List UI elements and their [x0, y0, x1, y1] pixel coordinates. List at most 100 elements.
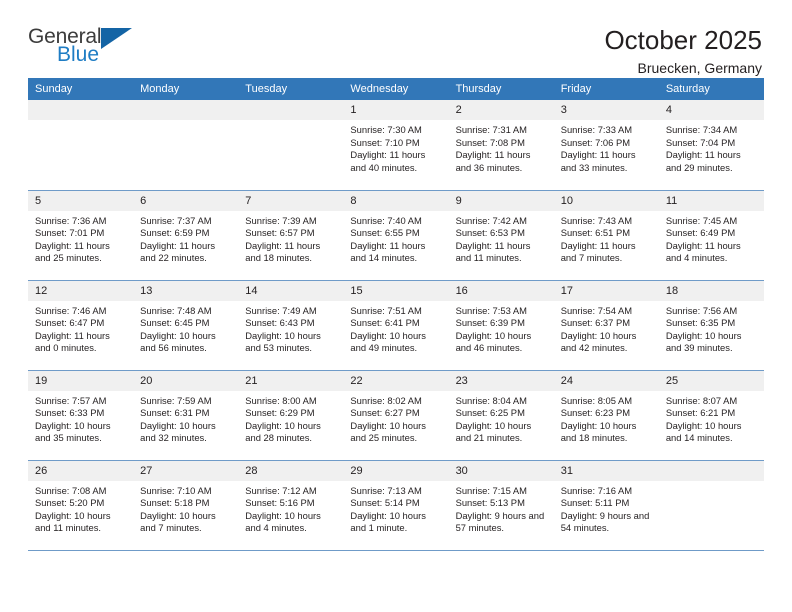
day-number: 6: [133, 190, 239, 211]
day-info: Sunrise: 7:51 AM Sunset: 6:41 PM Daylight:…: [343, 301, 448, 355]
sunset-time: Sunset: 6:29 PM: [245, 407, 315, 419]
daylight-duration: Daylight: 10 hours and 32 minutes.: [140, 419, 216, 444]
day-number: 11: [658, 190, 764, 211]
page-subtitle: Bruecken, Germany: [637, 60, 763, 77]
sunset-time: Sunset: 6:51 PM: [560, 227, 631, 239]
sunset-time: Sunset: 6:57 PM: [245, 227, 315, 239]
day-cell[interactable]: 19 Sunrise: 7:57 AM Sunset: 6:33 PM Dayligh…: [28, 370, 134, 461]
sunrise-time: Sunrise: 7:57 AM: [35, 394, 107, 406]
day-info: Sunrise: 7:37 AM Sunset: 6:59 PM Daylight:…: [133, 211, 238, 265]
day-info: Sunrise: 7:46 AM Sunset: 6:47 PM Daylight:…: [28, 301, 133, 355]
daylight-duration: Daylight: 9 hours and 54 minutes.: [560, 509, 650, 534]
daylight-duration: Daylight: 11 hours and 29 minutes.: [665, 149, 741, 173]
day-cell[interactable]: 24 Sunrise: 8:05 AM Sunset: 6:23 PM Dayligh…: [553, 370, 659, 461]
day-number: 27: [133, 460, 239, 481]
sunset-time: Sunset: 6:39 PM: [455, 317, 525, 329]
sunrise-time: Sunrise: 7:46 AM: [35, 304, 107, 316]
sunrise-time: Sunrise: 7:30 AM: [350, 124, 422, 135]
sunset-time: Sunset: 6:21 PM: [665, 407, 736, 419]
day-cell[interactable]: 15 Sunrise: 7:51 AM Sunset: 6:41 PM Dayligh…: [343, 280, 449, 371]
daylight-duration: Daylight: 10 hours and 46 minutes.: [455, 329, 532, 354]
day-cell[interactable]: 12 Sunrise: 7:46 AM Sunset: 6:47 PM Dayligh…: [28, 280, 134, 371]
sunrise-time: Sunrise: 7:54 AM: [560, 304, 633, 316]
sunset-time: Sunset: 6:33 PM: [35, 407, 105, 419]
logo-triangle-icon: [101, 28, 132, 49]
daylight-duration: Daylight: 10 hours and 56 minutes.: [140, 329, 216, 354]
day-number: 20: [133, 370, 239, 391]
day-cell[interactable]: 23 Sunrise: 8:04 AM Sunset: 6:25 PM Dayligh…: [448, 370, 554, 461]
day-cell[interactable]: 10 Sunrise: 7:43 AM Sunset: 6:51 PM Dayligh…: [553, 190, 659, 281]
day-cell[interactable]: 17 Sunrise: 7:54 AM Sunset: 6:37 PM Dayligh…: [553, 280, 659, 371]
day-info: Sunrise: 7:39 AM Sunset: 6:57 PM Daylight:…: [238, 211, 343, 265]
day-number: 4: [658, 100, 764, 120]
sunset-time: Sunset: 5:13 PM: [455, 497, 525, 509]
daylight-duration: Daylight: 10 hours and 14 minutes.: [665, 419, 742, 444]
sunrise-time: Sunrise: 7:53 AM: [455, 304, 527, 316]
day-cell[interactable]: 3 Sunrise: 7:33 AM Sunset: 7:06 PM Daylight…: [553, 100, 659, 191]
calendar-week-row: 5 Sunrise: 7:36 AM Sunset: 7:01 PM Daylight…: [28, 190, 764, 281]
sunrise-time: Sunrise: 8:05 AM: [560, 394, 633, 406]
day-cell[interactable]: 29 Sunrise: 7:13 AM Sunset: 5:14 PM Dayligh…: [343, 460, 449, 551]
day-cell[interactable]: 6 Sunrise: 7:37 AM Sunset: 6:59 PM Daylight…: [133, 190, 239, 281]
day-info: Sunrise: 7:42 AM Sunset: 6:53 PM Daylight:…: [449, 211, 554, 265]
sunrise-time: Sunrise: 7:48 AM: [140, 304, 212, 316]
sunrise-time: Sunrise: 8:00 AM: [245, 394, 317, 406]
day-number: 24: [553, 370, 659, 391]
day-info: Sunrise: 7:45 AM Sunset: 6:49 PM Daylight:…: [659, 211, 764, 265]
day-cell[interactable]: 26 Sunrise: 7:08 AM Sunset: 5:20 PM Dayligh…: [28, 460, 134, 551]
sunrise-sunset-calendar: Sunday Monday Tuesday Wednesday Thursday Frid…: [28, 78, 764, 551]
day-cell[interactable]: 4 Sunrise: 7:34 AM Sunset: 7:04 PM Daylight…: [658, 100, 764, 191]
day-cell[interactable]: 18 Sunrise: 7:56 AM Sunset: 6:35 PM Dayligh…: [658, 280, 764, 371]
day-info: Sunrise: 7:33 AM Sunset: 7:06 PM Daylight:…: [554, 120, 659, 174]
day-cell[interactable]: 13 Sunrise: 7:48 AM Sunset: 6:45 PM Dayligh…: [133, 280, 239, 371]
day-cell[interactable]: 14 Sunrise: 7:49 AM Sunset: 6:43 PM Dayligh…: [238, 280, 344, 371]
day-info: Sunrise: 8:07 AM Sunset: 6:21 PM Daylight:…: [659, 391, 764, 445]
day-info: Sunrise: 7:36 AM Sunset: 7:01 PM Daylight:…: [28, 211, 133, 265]
day-cell[interactable]: 11 Sunrise: 7:45 AM Sunset: 6:49 PM Dayligh…: [658, 190, 764, 281]
day-info: Sunrise: 7:31 AM Sunset: 7:08 PM Daylight:…: [449, 120, 554, 174]
sunset-time: Sunset: 6:25 PM: [455, 407, 525, 419]
day-info: Sunrise: 7:08 AM Sunset: 5:20 PM Daylight:…: [28, 481, 133, 535]
day-info: Sunrise: 7:16 AM Sunset: 5:11 PM Daylight:…: [554, 481, 659, 535]
generalblue-logo[interactable]: General Blue: [28, 26, 140, 72]
day-cell[interactable]: 27 Sunrise: 7:10 AM Sunset: 5:18 PM Dayligh…: [133, 460, 239, 551]
day-cell[interactable]: 28 Sunrise: 7:12 AM Sunset: 5:16 PM Dayligh…: [238, 460, 344, 551]
day-info: Sunrise: 7:10 AM Sunset: 5:18 PM Daylight:…: [133, 481, 238, 535]
day-info: Sunrise: 8:05 AM Sunset: 6:23 PM Daylight:…: [554, 391, 659, 445]
sunset-time: Sunset: 6:55 PM: [350, 227, 420, 239]
day-cell[interactable]: 2 Sunrise: 7:31 AM Sunset: 7:08 PM Daylight…: [448, 100, 554, 191]
day-cell-empty: [238, 100, 344, 191]
day-cell[interactable]: 1 Sunrise: 7:30 AM Sunset: 7:10 PM Daylight…: [343, 100, 449, 191]
day-info: Sunrise: 7:53 AM Sunset: 6:39 PM Daylight:…: [449, 301, 554, 355]
sunset-time: Sunset: 5:18 PM: [140, 497, 210, 509]
day-cell[interactable]: 22 Sunrise: 8:02 AM Sunset: 6:27 PM Dayligh…: [343, 370, 449, 461]
day-cell[interactable]: 21 Sunrise: 8:00 AM Sunset: 6:29 PM Dayligh…: [238, 370, 344, 461]
day-number: 26: [28, 460, 134, 481]
day-number: 15: [343, 280, 449, 301]
daylight-duration: Daylight: 10 hours and 11 minutes.: [35, 509, 111, 534]
day-number: [133, 100, 239, 120]
day-cell[interactable]: 9 Sunrise: 7:42 AM Sunset: 6:53 PM Daylight…: [448, 190, 554, 281]
sunset-time: Sunset: 5:11 PM: [560, 497, 630, 509]
day-cell[interactable]: 20 Sunrise: 7:59 AM Sunset: 6:31 PM Dayligh…: [133, 370, 239, 461]
sunrise-time: Sunrise: 8:07 AM: [665, 394, 738, 406]
day-cell[interactable]: 7 Sunrise: 7:39 AM Sunset: 6:57 PM Daylight…: [238, 190, 344, 281]
day-info: Sunrise: 7:57 AM Sunset: 6:33 PM Daylight:…: [28, 391, 133, 445]
sunrise-time: Sunrise: 7:34 AM: [665, 124, 738, 135]
day-cell[interactable]: 16 Sunrise: 7:53 AM Sunset: 6:39 PM Dayligh…: [448, 280, 554, 371]
calendar-week-row: 12 Sunrise: 7:46 AM Sunset: 6:47 PM Dayligh…: [28, 280, 764, 371]
daylight-duration: Daylight: 11 hours and 33 minutes.: [560, 149, 636, 173]
day-number: 13: [133, 280, 239, 301]
day-cell[interactable]: 31 Sunrise: 7:16 AM Sunset: 5:11 PM Dayligh…: [553, 460, 659, 551]
day-number: 18: [658, 280, 764, 301]
sunset-time: Sunset: 5:16 PM: [245, 497, 315, 509]
day-info: Sunrise: 8:00 AM Sunset: 6:29 PM Daylight:…: [238, 391, 343, 445]
day-cell[interactable]: 30 Sunrise: 7:15 AM Sunset: 5:13 PM Dayligh…: [448, 460, 554, 551]
sunrise-time: Sunrise: 7:49 AM: [245, 304, 317, 316]
day-number: 17: [553, 280, 659, 301]
day-cell[interactable]: 25 Sunrise: 8:07 AM Sunset: 6:21 PM Dayligh…: [658, 370, 764, 461]
calendar-week-row: 19 Sunrise: 7:57 AM Sunset: 6:33 PM Dayligh…: [28, 370, 764, 461]
day-number: 5: [28, 190, 134, 211]
day-cell[interactable]: 5 Sunrise: 7:36 AM Sunset: 7:01 PM Daylight…: [28, 190, 134, 281]
day-cell[interactable]: 8 Sunrise: 7:40 AM Sunset: 6:55 PM Daylight…: [343, 190, 449, 281]
